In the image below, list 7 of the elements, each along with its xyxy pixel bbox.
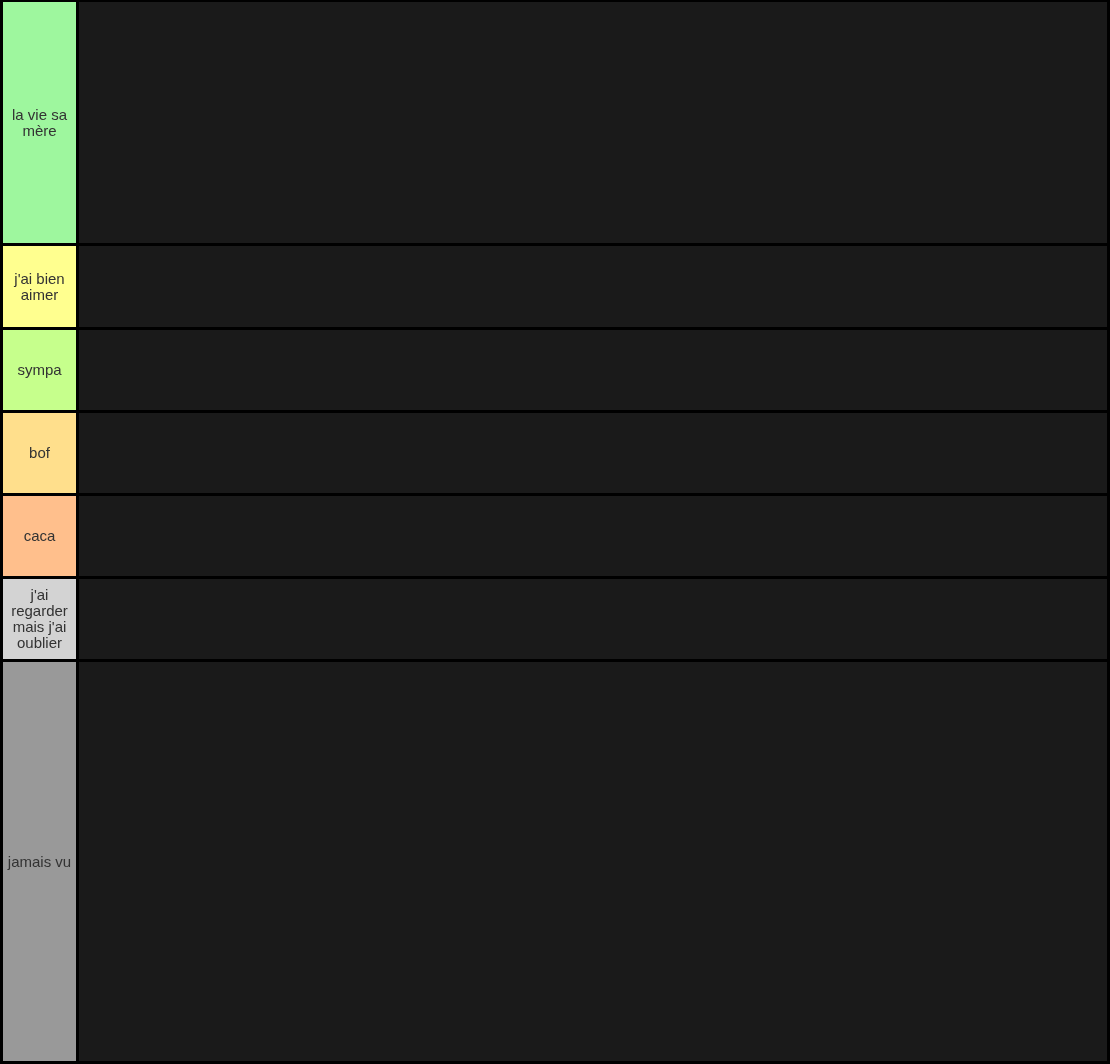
tier-label: jamais vu: [3, 662, 76, 1061]
tier-label: j'ai bien aimer: [3, 246, 76, 327]
tier-label: j'ai regarder mais j'ai oublier: [3, 579, 76, 659]
tier-label: caca: [3, 496, 76, 576]
tier-label: bof: [3, 413, 76, 493]
tier-label: la vie sa mère: [3, 2, 76, 243]
tier-label: sympa: [3, 330, 76, 410]
